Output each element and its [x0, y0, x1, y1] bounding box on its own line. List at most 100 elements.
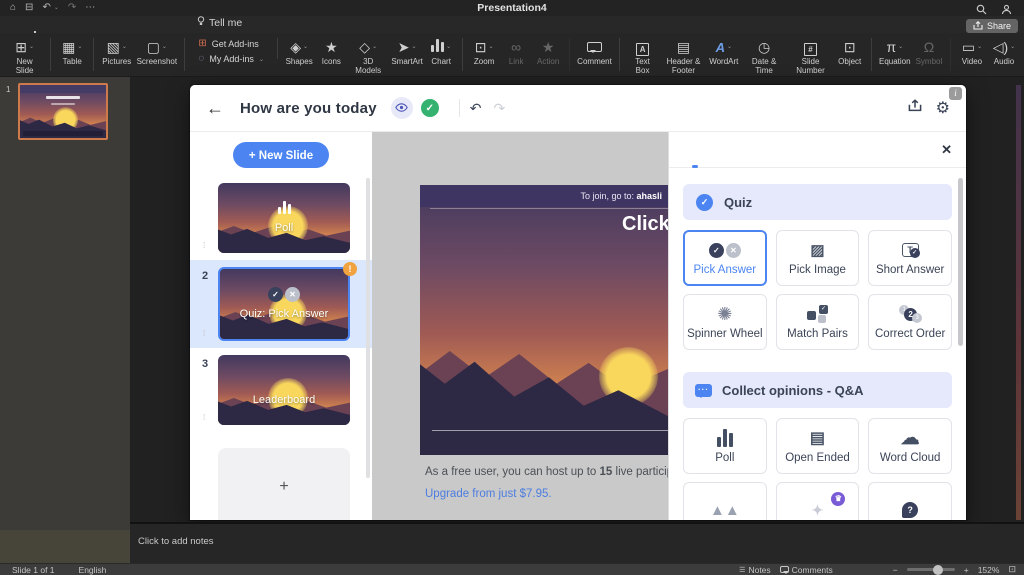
export-share-icon[interactable]	[908, 99, 922, 117]
addin-slides-panel: + New Slide Poll	[190, 132, 372, 520]
drag-handle-icon[interactable]: ⁞	[203, 241, 204, 250]
brainstorm-icon: ✦♛	[812, 500, 824, 520]
settings-gear-icon[interactable]: ⚙	[936, 98, 950, 118]
slide-row-title: Leaderboard	[218, 394, 350, 406]
qa-section-header: ··· Collect opinions - Q&A	[683, 372, 952, 408]
back-arrow-icon[interactable]: ←	[206, 98, 224, 119]
slide-type-tile[interactable]: ✦♛	[776, 482, 860, 520]
saved-check-icon: ✓	[421, 99, 439, 117]
zoom-slider-knob[interactable]	[933, 565, 943, 575]
spinner-wheel-icon: ✺	[717, 304, 732, 324]
addin-undo-icon[interactable]: ↶	[470, 100, 482, 117]
ribbon-button[interactable]: ⊡⌄ Zoom	[468, 35, 500, 76]
slide-type-tile[interactable]: ✓ Match Pairs	[776, 294, 860, 350]
slide-type-tile[interactable]: ✺ Spinner Wheel	[683, 294, 767, 350]
eye-icon	[395, 99, 408, 117]
slide-row-title: Quiz: Pick Answer	[220, 308, 348, 320]
ribbon: ⊞⌄ New Slide ▦⌄ Table ▧⌄ Pictures ▢⌄ Scr…	[0, 33, 1024, 77]
zoom-level[interactable]: 152%	[978, 565, 1000, 575]
panel-scrollbar[interactable]	[958, 178, 963, 346]
slide-type-tile[interactable]: ▲▲	[683, 482, 767, 520]
ribbon-button[interactable]: ◷⌄ Date & Time	[741, 35, 787, 76]
slide-type-tile[interactable]: Poll	[683, 418, 767, 474]
add-slide-card[interactable]: +	[218, 448, 350, 520]
slide-preview[interactable]: To join, go to: ahasli Click to ad	[420, 185, 668, 455]
qa-chat-icon: ···	[695, 384, 712, 397]
ribbon-tab-row: Tell me Share	[0, 16, 1024, 33]
ribbon-button: Ω⌄ Symbol	[913, 35, 945, 76]
tell-me-button[interactable]: Tell me	[188, 14, 251, 33]
language-indicator[interactable]: English	[79, 565, 107, 575]
table-icon: ▦	[62, 40, 75, 54]
slide-number-label: 1	[6, 85, 10, 94]
slide-row-number: 2	[202, 270, 208, 282]
addin-header: ← How are you today ✓ ↶ ↷ ⚙	[190, 85, 966, 132]
ribbon-button[interactable]: ◁)⌄ Audio	[988, 35, 1020, 76]
slide-type-tile[interactable]: 123 Correct Order	[868, 294, 952, 350]
slide-type-tile[interactable]: ▤ Open Ended	[776, 418, 860, 474]
pick-image-icon: ▨	[810, 240, 824, 260]
share-button[interactable]: Share	[966, 19, 1018, 33]
notes-toggle[interactable]: ☰Notes	[739, 565, 771, 575]
ribbon-button[interactable]: π⌄ Equation	[877, 35, 913, 76]
fit-window-icon[interactable]: ⊡	[1008, 564, 1016, 575]
slide-type-tile[interactable]: T✓ Short Answer	[868, 230, 952, 286]
ribbon-button[interactable]: ➤⌄ SmartArt	[389, 35, 425, 76]
ribbon-button[interactable]: A⌄ Text Box	[625, 35, 660, 76]
link-icon: ∞	[511, 40, 521, 54]
slide-1-thumbnail[interactable]	[18, 83, 108, 140]
qa-tiles: Poll ▤ Open Ended ☁ Word Cloud ▲▲	[683, 418, 952, 520]
ribbon-button[interactable]: ⌄ Comment	[575, 35, 614, 76]
ribbon-button[interactable]: A⌄ WordArt	[707, 35, 741, 76]
slide-row-thumbnail[interactable]: ✓✕ Quiz: Pick Answer	[218, 267, 350, 341]
ribbon-button[interactable]: ▦⌄ Table	[56, 35, 88, 76]
get-addins-button[interactable]: ⊞ Get Add-ins	[198, 39, 264, 49]
ribbon-button[interactable]: ▭⌄ Video	[956, 35, 988, 76]
ribbon-button[interactable]: ◈⌄ Shapes	[283, 35, 315, 76]
slide-row-thumbnail[interactable]: Poll	[218, 183, 350, 253]
preview-eye-button[interactable]	[391, 97, 413, 119]
tell-me-label: Tell me	[209, 17, 242, 29]
slide-row[interactable]: 2 ✓✕ Quiz: Pick Answer ! ⁞	[190, 260, 372, 348]
quiz-check-icon: ✓	[696, 194, 713, 211]
slide-type-tile[interactable]: ☁ Word Cloud	[868, 418, 952, 474]
new-slide-button[interactable]: + New Slide	[233, 142, 329, 168]
zoom-slider[interactable]	[907, 568, 955, 571]
slide-type-tile[interactable]: ✓✕ Pick Answer	[683, 230, 767, 286]
equation-icon: π	[886, 40, 896, 54]
comments-toggle[interactable]: Comments	[780, 565, 833, 575]
ribbon-button[interactable]: ◇⌄ 3D Models	[347, 35, 389, 76]
ribbon-button[interactable]: ⊞⌄ New Slide	[4, 35, 45, 76]
slide-type-tile[interactable]: ▨ Pick Image	[776, 230, 860, 286]
zoom-out-icon[interactable]: −	[893, 565, 898, 575]
upgrade-link[interactable]: Upgrade from just $7.95.	[425, 488, 552, 500]
slide-row[interactable]: 3 Leaderboard ⁞	[190, 348, 372, 432]
ribbon-button[interactable]: ⌄ Chart	[425, 35, 457, 76]
divider	[459, 99, 460, 117]
smartart-icon: ➤	[398, 40, 410, 54]
question-title-placeholder[interactable]: Click to ad	[622, 213, 668, 236]
slide-type-tile[interactable]: ?	[868, 482, 952, 520]
ribbon-button[interactable]: ▤⌄ Header & Footer	[660, 35, 706, 76]
ribbon-button[interactable]: ▧⌄ Pictures	[99, 35, 134, 76]
info-badge[interactable]: i	[949, 87, 962, 100]
quiz-section-header: ✓ Quiz	[683, 184, 952, 220]
my-addins-button[interactable]: ◌ My Add-ins ⌄	[198, 54, 264, 64]
slide-row[interactable]: Poll ⁞	[190, 176, 372, 260]
divider	[430, 208, 668, 209]
ribbon-button[interactable]: ★⌄ Icons	[315, 35, 347, 76]
ribbon-button[interactable]: ⊡⌄ Object	[834, 35, 866, 76]
shapes-icon: ◈	[290, 40, 301, 54]
slides-scrollbar[interactable]	[366, 178, 370, 478]
ribbon-button[interactable]: #⌄ Slide Number	[787, 35, 833, 76]
slide-row-thumbnail[interactable]: Leaderboard	[218, 355, 350, 425]
zoom-in-icon[interactable]: +	[964, 565, 969, 575]
drag-handle-icon[interactable]: ⁞	[203, 329, 204, 338]
drag-handle-icon[interactable]: ⁞	[203, 413, 204, 422]
slidenumber-icon: #	[804, 40, 816, 54]
close-icon[interactable]: ✕	[941, 142, 952, 158]
zoom-icon: ⊡	[475, 40, 487, 54]
notes-area[interactable]: Click to add notes	[130, 524, 1024, 563]
ribbon-button[interactable]: ▢⌄ Screenshot	[134, 35, 179, 76]
quiz-checkx-icon: ✓✕	[220, 287, 348, 302]
